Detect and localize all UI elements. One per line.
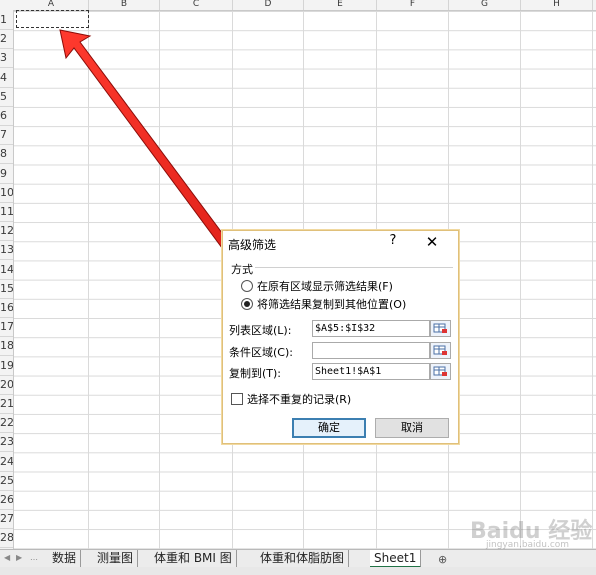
row-header-cell[interactable]: 20 — [0, 375, 13, 395]
column-header-e[interactable]: E — [304, 0, 377, 10]
row-header-cell[interactable]: 12 — [0, 221, 13, 242]
tab-weight-bmi-chart[interactable]: 体重和 BMI 图 — [150, 550, 237, 567]
radio-selected-icon[interactable] — [241, 298, 253, 310]
radio-filter-in-place[interactable]: 在原有区域显示筛选结果(F) — [241, 278, 393, 294]
radio-copy-to-location[interactable]: 将筛选结果复制到其他位置(O) — [241, 296, 406, 312]
row-header-cell[interactable]: 1 — [0, 10, 13, 30]
selected-cell-a1[interactable] — [16, 10, 89, 28]
column-header-f[interactable]: F — [377, 0, 449, 10]
row-header-cell[interactable]: 22 — [0, 413, 13, 434]
row-header-cell[interactable]: 15 — [0, 279, 13, 299]
row-header-cell[interactable]: 21 — [0, 394, 13, 414]
grid-line — [520, 11, 521, 549]
scroll-left-icon[interactable]: ◀ — [4, 553, 10, 562]
row-header: 1 2 3 4 5 6 7 8 9 10 11 12 13 14 15 16 17 18 19 20 21 22 23 24 2… — [0, 10, 14, 549]
row-header-cell[interactable]: 13 — [0, 240, 13, 261]
range-picker-icon[interactable] — [430, 320, 451, 337]
row-header-cell[interactable]: 26 — [0, 490, 13, 510]
row-header-cell[interactable]: 17 — [0, 317, 13, 338]
ok-button[interactable]: 确定 — [292, 418, 366, 438]
status-bar — [0, 567, 596, 575]
column-header: A B C D E F G H — [0, 0, 596, 11]
checkbox-label: 选择不重复的记录(R) — [247, 393, 352, 406]
sheet-tab-bar: ◀ ▶ … 数据 测量图 体重和 BMI 图 体重和体脂肪图 Sheet1 ⊕ — [0, 549, 596, 568]
row-header-cell[interactable]: 25 — [0, 471, 13, 491]
grid-line — [592, 11, 593, 549]
row-header-cell[interactable]: 27 — [0, 509, 13, 530]
row-header-cell[interactable]: 18 — [0, 336, 13, 357]
checkbox-icon[interactable] — [231, 393, 243, 405]
range-picker-icon[interactable] — [430, 342, 451, 359]
new-sheet-icon[interactable]: ⊕ — [438, 553, 447, 566]
row-header-cell[interactable]: 24 — [0, 452, 13, 472]
row-header-cell[interactable]: 14 — [0, 260, 13, 280]
row-header-cell[interactable]: 10 — [0, 183, 13, 203]
cancel-button[interactable]: 取消 — [375, 418, 449, 438]
tab-sheet1[interactable]: Sheet1 — [370, 550, 422, 568]
column-header-h[interactable]: H — [521, 0, 593, 10]
row-header-cell[interactable]: 9 — [0, 164, 13, 184]
row-header-cell[interactable]: 2 — [0, 29, 13, 50]
row-header-cell[interactable]: 8 — [0, 144, 13, 165]
radio-icon[interactable] — [241, 280, 253, 292]
row-header-cell[interactable]: 19 — [0, 356, 13, 376]
tab-measure-chart[interactable]: 测量图 — [93, 550, 139, 567]
row-header-cell[interactable]: 3 — [0, 48, 13, 69]
column-header-c[interactable]: C — [160, 0, 233, 10]
range-picker-icon[interactable] — [430, 363, 451, 380]
row-header-cell[interactable]: 28 — [0, 528, 13, 549]
tab-weight-bodyfat-chart[interactable]: 体重和体脂肪图 — [256, 550, 350, 567]
criteria-range-input[interactable] — [312, 342, 430, 359]
scroll-right-icon[interactable]: ▶ — [16, 553, 22, 562]
tab-data[interactable]: 数据 — [48, 550, 82, 567]
list-range-label: 列表区域(L): — [229, 324, 292, 337]
copy-to-label: 复制到(T): — [229, 367, 282, 380]
column-header-g[interactable]: G — [449, 0, 521, 10]
column-header-d[interactable]: D — [233, 0, 304, 10]
advanced-filter-dialog: 高级筛选 ? ✕ 方式 在原有区域显示筛选结果(F) 将筛选结果复制到其他位置(… — [222, 230, 459, 444]
column-header-b[interactable]: B — [89, 0, 160, 10]
dialog-title: 高级筛选 — [228, 238, 277, 252]
row-header-cell[interactable]: 16 — [0, 298, 13, 318]
watermark-url: jingyan.baidu.com — [486, 540, 570, 550]
radio-label: 在原有区域显示筛选结果(F) — [257, 280, 393, 293]
column-header-a[interactable]: A — [14, 0, 89, 10]
help-button[interactable]: ? — [383, 233, 403, 248]
row-header-cell[interactable]: 7 — [0, 125, 13, 146]
row-header-cell[interactable]: 23 — [0, 432, 13, 453]
copy-to-input[interactable]: Sheet1!$A$1 — [312, 363, 430, 380]
grid-line — [159, 11, 160, 549]
unique-records-checkbox[interactable]: 选择不重复的记录(R) — [231, 391, 351, 407]
mode-group-title: 方式 — [229, 261, 255, 277]
row-header-cell[interactable]: 11 — [0, 202, 13, 222]
list-range-input[interactable]: $A$5:$I$32 — [312, 320, 430, 337]
row-header-cell[interactable]: 5 — [0, 87, 13, 107]
more-tabs-icon[interactable]: … — [30, 553, 38, 562]
criteria-range-label: 条件区域(C): — [229, 346, 293, 359]
row-header-cell[interactable]: 4 — [0, 68, 13, 88]
radio-label: 将筛选结果复制到其他位置(O) — [257, 298, 407, 311]
close-button[interactable]: ✕ — [421, 233, 443, 251]
row-header-cell[interactable]: 6 — [0, 106, 13, 126]
grid-line — [88, 11, 89, 549]
